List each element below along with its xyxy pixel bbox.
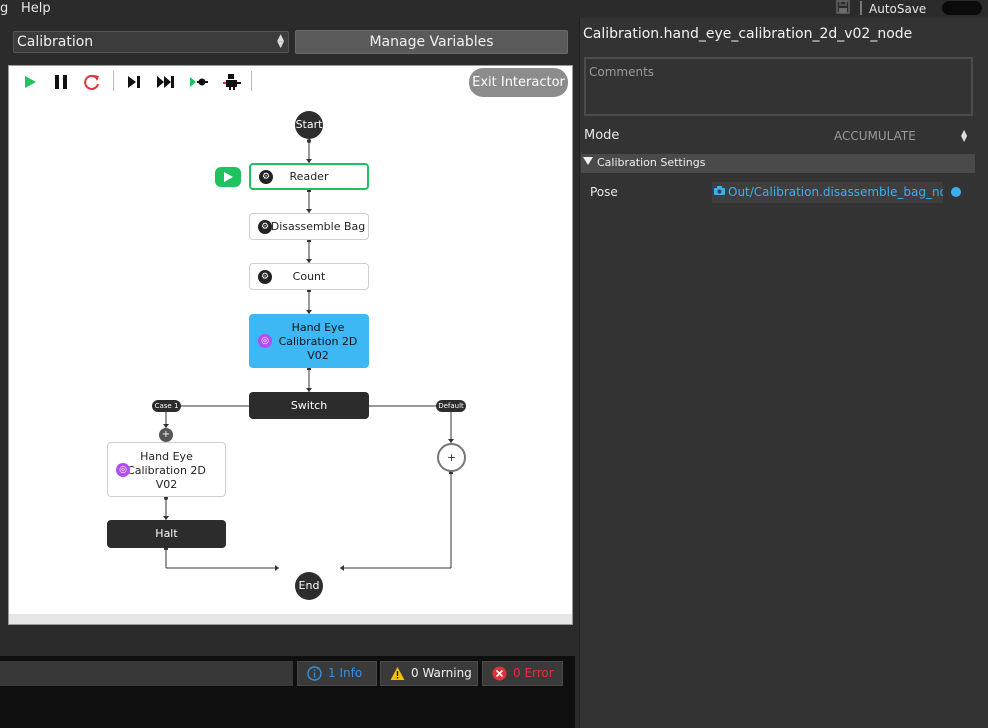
select-arrows-icon[interactable]: ▲ ▼ (961, 129, 967, 143)
node-end[interactable]: End (295, 572, 323, 600)
active-node-indicator (215, 167, 241, 187)
warning-count: 0 Warning (411, 666, 472, 680)
pose-input[interactable]: Out/Calibration.disassemble_bag_noc (712, 182, 943, 203)
camera-icon (714, 186, 725, 195)
node-count[interactable]: ⚙ Count (249, 263, 369, 290)
node-type-icon: ⚙ (258, 219, 272, 234)
mode-select[interactable]: ACCUMULATE (834, 129, 916, 143)
node-reader[interactable]: ⚙ Reader (249, 163, 369, 190)
node-hand-eye-calibration-case[interactable]: ◎ Hand Eye Calibration 2D V02 (107, 442, 226, 497)
calibration-node-icon: ◎ (258, 334, 272, 348)
calibration-node-icon: ◎ (116, 462, 130, 477)
comments-placeholder: Comments (589, 65, 655, 79)
play-icon (224, 172, 233, 182)
node-label-line: V02 (155, 478, 178, 491)
properties-panel (579, 18, 988, 728)
node-switch[interactable]: Switch (249, 392, 369, 419)
warning-filter-button[interactable]: 0 Warning (380, 661, 478, 686)
add-node-button[interactable]: + (159, 428, 173, 442)
error-icon (492, 666, 507, 681)
mode-label: Mode (584, 128, 620, 143)
log-filter-input[interactable] (0, 661, 293, 686)
error-count: 0 Error (513, 666, 554, 680)
node-disassemble-bag[interactable]: ⚙ Disassemble Bag (249, 213, 369, 240)
section-title: Calibration Settings (597, 156, 706, 169)
default-case-label[interactable]: Default (436, 400, 466, 412)
collapse-triangle-icon (583, 157, 593, 165)
node-title: Calibration.hand_eye_calibration_2d_v02_… (583, 26, 913, 42)
link-status-dot[interactable] (951, 187, 961, 197)
node-hand-eye-calibration-selected[interactable]: ◎ Hand Eye Calibration 2D V02 (249, 314, 369, 368)
error-filter-button[interactable]: 0 Error (482, 661, 563, 686)
node-halt[interactable]: Halt (107, 520, 226, 548)
node-start[interactable]: Start (295, 111, 323, 139)
info-count: 1 Info (328, 666, 363, 680)
pose-value: Out/Calibration.disassemble_bag_noc (728, 185, 943, 199)
info-icon (307, 666, 322, 681)
info-filter-button[interactable]: 1 Info (297, 661, 377, 686)
node-type-icon: ⚙ (259, 169, 273, 184)
warning-icon (390, 667, 405, 680)
add-default-node-button[interactable]: + (437, 443, 466, 472)
pose-label: Pose (590, 185, 618, 199)
comments-field[interactable]: Comments (584, 57, 973, 116)
node-label-line: Hand Eye (140, 450, 193, 463)
node-label-line: V02 (307, 349, 329, 362)
node-label-line: Hand Eye (291, 321, 345, 334)
node-type-icon: ⚙ (258, 269, 272, 284)
case-1-label[interactable]: Case 1 (152, 400, 181, 412)
calibration-settings-section[interactable]: Calibration Settings (581, 154, 975, 173)
